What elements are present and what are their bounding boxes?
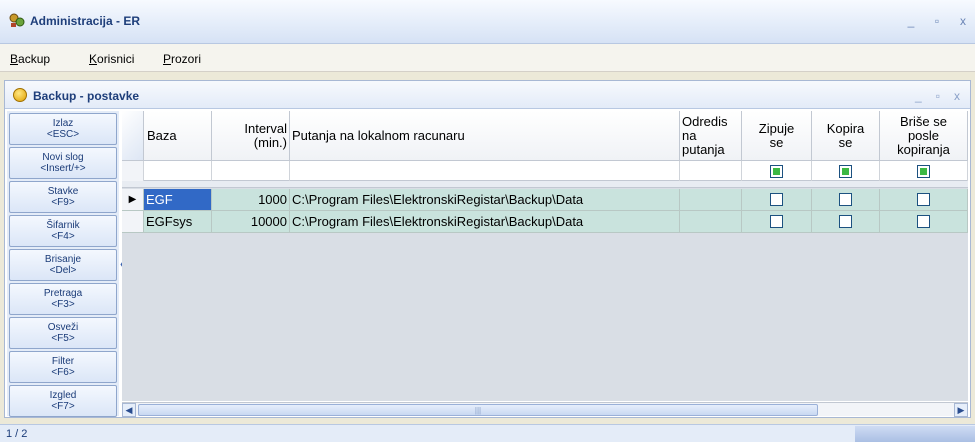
minimize-icon[interactable]: _	[915, 89, 922, 103]
scroll-thumb[interactable]: |||	[138, 404, 818, 416]
window-titlebar: Backup - postavke _ ▫ x	[5, 81, 970, 109]
filter-destination[interactable]	[680, 161, 742, 181]
column-header-delete-after[interactable]: Briše se posle kopiranja	[880, 111, 968, 161]
filter-copy[interactable]	[812, 161, 880, 181]
table-row[interactable]: ▶ EGF 1000 C:\Program Files\ElektronskiR…	[122, 189, 968, 211]
copy-checkbox[interactable]	[839, 215, 852, 228]
app-title: Administracija - ER	[30, 14, 141, 28]
filter-checkbox[interactable]	[839, 164, 852, 178]
cell-baza[interactable]: EGF	[144, 189, 212, 211]
menu-korisnici[interactable]: Korisnici	[89, 52, 134, 66]
zip-checkbox[interactable]	[770, 215, 783, 228]
scroll-right-icon[interactable]: ▶	[954, 403, 968, 417]
close-icon[interactable]: x	[957, 14, 969, 28]
horizontal-scrollbar[interactable]: ◀ ||| ▶	[122, 402, 968, 417]
cell-interval[interactable]: 1000	[212, 189, 290, 211]
action-sidebar: Izlaz <ESC> Novi slog <Insert/+> Stavke <F9…	[7, 111, 119, 417]
delete-after-checkbox[interactable]	[917, 215, 930, 228]
column-header-destination[interactable]: Odredis na putanja	[680, 111, 742, 161]
exit-button[interactable]: Izlaz <ESC>	[9, 113, 117, 145]
filter-button[interactable]: Filter <F6>	[9, 351, 117, 383]
cell-path[interactable]: C:\Program Files\ElektronskiRegistar\Bac…	[290, 189, 680, 211]
menu-backup[interactable]: Backup	[10, 52, 50, 66]
backup-grid: Baza Interval (min.) Putanja na lokalnom…	[122, 111, 968, 401]
grid-corner	[122, 111, 144, 161]
filter-baza[interactable]	[144, 161, 212, 181]
codebook-button[interactable]: Šifarnik <F4>	[9, 215, 117, 247]
items-button[interactable]: Stavke <F9>	[9, 181, 117, 213]
close-icon[interactable]: x	[954, 89, 960, 103]
table-row[interactable]: EGFsys 10000 C:\Program Files\Elektronsk…	[122, 211, 968, 233]
filter-interval[interactable]	[212, 161, 290, 181]
delete-after-checkbox[interactable]	[917, 193, 930, 206]
search-button[interactable]: Pretraga <F3>	[9, 283, 117, 315]
filter-checkbox[interactable]	[770, 164, 783, 178]
scroll-left-icon[interactable]: ◀	[122, 403, 136, 417]
filter-checkbox[interactable]	[917, 164, 930, 178]
column-header-interval[interactable]: Interval (min.)	[212, 111, 290, 161]
status-panel	[855, 426, 975, 442]
filter-delete-after[interactable]	[880, 161, 968, 181]
maximize-icon[interactable]: ▫	[936, 89, 940, 103]
maximize-icon[interactable]: ▫	[931, 14, 943, 28]
cell-interval[interactable]: 10000	[212, 211, 290, 233]
row-indicator-icon: ▶	[122, 189, 144, 211]
minimize-icon[interactable]: _	[905, 14, 917, 28]
record-counter: 1 / 2	[6, 428, 28, 440]
zip-checkbox[interactable]	[770, 193, 783, 206]
cell-path[interactable]: C:\Program Files\ElektronskiRegistar\Bac…	[290, 211, 680, 233]
cell-baza[interactable]: EGFsys	[144, 211, 212, 233]
column-header-path[interactable]: Putanja na lokalnom racunaru	[290, 111, 680, 161]
cell-destination[interactable]	[680, 211, 742, 233]
delete-button[interactable]: Brisanje <Del>	[9, 249, 117, 281]
status-bar: 1 / 2	[0, 424, 975, 442]
window-title: Backup - postavke	[33, 89, 140, 103]
database-icon	[13, 88, 27, 102]
refresh-button[interactable]: Osveži <F5>	[9, 317, 117, 349]
column-header-zip[interactable]: Zipuje se	[742, 111, 812, 161]
column-header-copy[interactable]: Kopira se	[812, 111, 880, 161]
filter-path[interactable]	[290, 161, 680, 181]
backup-settings-window: Backup - postavke _ ▫ x Izlaz <ESC> Novi …	[4, 80, 971, 418]
column-header-baza[interactable]: Baza	[144, 111, 212, 161]
filter-row	[122, 161, 968, 181]
menu-prozori[interactable]: Prozori	[163, 52, 201, 66]
app-logo-icon	[9, 13, 25, 27]
menu-bar: Backup Korisnici Prozori	[0, 44, 975, 72]
app-titlebar: Administracija - ER _ ▫ x	[0, 0, 975, 44]
copy-checkbox[interactable]	[839, 193, 852, 206]
cell-destination[interactable]	[680, 189, 742, 211]
new-record-button[interactable]: Novi slog <Insert/+>	[9, 147, 117, 179]
layout-button[interactable]: Izgled <F7>	[9, 385, 117, 417]
filter-zip[interactable]	[742, 161, 812, 181]
